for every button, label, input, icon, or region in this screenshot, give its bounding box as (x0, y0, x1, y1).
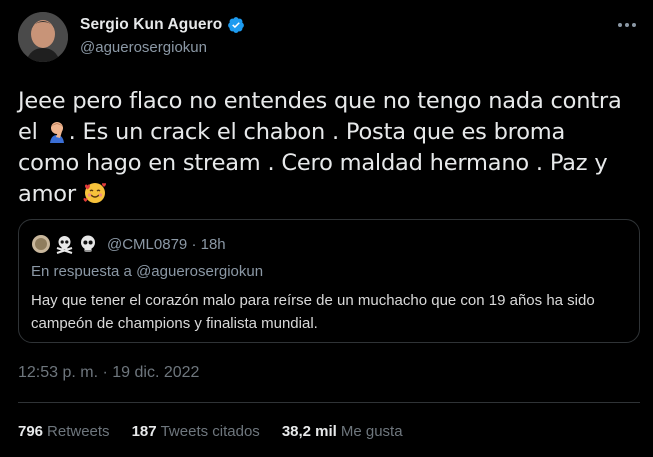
smiling-face-with-hearts-emoji-icon (83, 182, 106, 203)
tweet-timestamp[interactable]: 12:53 p. m. · 19 dic. 2022 (18, 364, 199, 382)
quoted-author-avatar-icon[interactable] (31, 234, 51, 254)
quoted-tweet-header: @CML0879 · 18h (31, 234, 226, 254)
tweet-header: Sergio Kun Aguero @aguerosergiokun (16, 12, 641, 66)
likes-label: Me gusta (340, 423, 403, 440)
retweets-count: 796 (18, 423, 44, 440)
quote-tweets-count: 187 (131, 423, 157, 440)
reply-context: En respuesta a @aguerosergiokun (31, 263, 263, 280)
quoted-tweet-age: 18h (200, 235, 226, 253)
quoted-handle-text: @CML0879 (107, 235, 188, 253)
more-options-icon[interactable] (615, 14, 639, 36)
quote-tweets-label: Tweets citados (160, 423, 260, 440)
quoted-author-handle[interactable]: @CML0879 · 18h (107, 236, 226, 253)
reply-to-mention[interactable]: @aguerosergiokun (136, 263, 263, 280)
quoted-tweet-body: Hay que tener el corazón malo para reírs… (31, 292, 595, 332)
retweets-label: Retweets (47, 423, 110, 440)
tweet-stats: 796 Retweets 187 Tweets citados 38,2 mil… (18, 423, 425, 440)
verified-badge-icon (228, 17, 245, 33)
man-facepalming-emoji-icon (49, 122, 64, 143)
author-avatar[interactable] (18, 12, 68, 62)
retweets-stat[interactable]: 796 Retweets (18, 423, 110, 440)
tweet-text: Jeee pero flaco no entendes que no tengo… (18, 86, 633, 210)
likes-stat[interactable]: 38,2 mil Me gusta (282, 423, 403, 440)
skull-and-crossbones-icon (56, 236, 73, 254)
skull-icon (81, 235, 95, 252)
quoted-tweet[interactable]: @CML0879 · 18h En respuesta a @agueroser… (18, 219, 640, 343)
author-name-row: Sergio Kun Aguero (80, 16, 245, 34)
quote-tweets-stat[interactable]: 187 Tweets citados (132, 423, 260, 440)
reply-prefix: En respuesta a (31, 263, 137, 280)
likes-count: 38,2 mil (281, 423, 337, 440)
author-handle[interactable]: @aguerosergiokun (80, 39, 207, 56)
stats-divider (18, 402, 640, 403)
author-display-name[interactable]: Sergio Kun Aguero (80, 16, 222, 34)
